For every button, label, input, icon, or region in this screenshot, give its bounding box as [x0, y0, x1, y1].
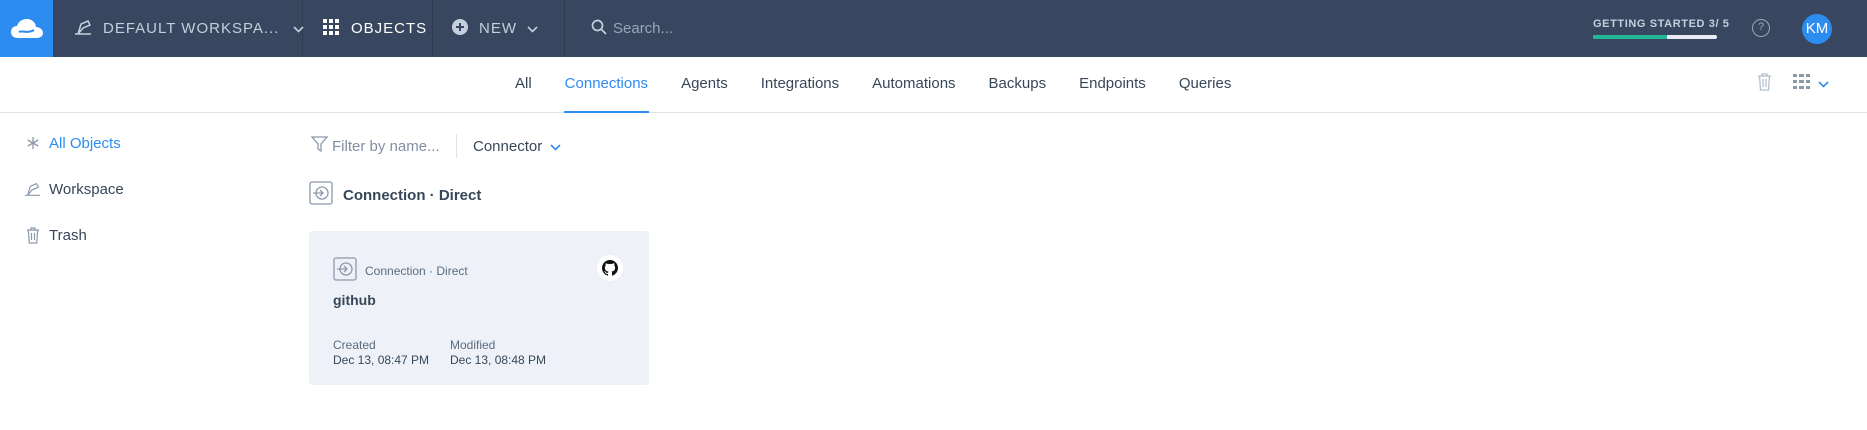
progress-fill [1593, 35, 1668, 39]
connector-label: Connector [473, 137, 543, 155]
group-header: Connection · Direct [309, 181, 481, 209]
grid-view-icon [1793, 74, 1810, 93]
connector-dropdown[interactable]: Connector [473, 138, 561, 155]
filter-bar: Connector [310, 131, 561, 161]
getting-started-label: GETTING STARTED 3/ 5 [1593, 18, 1730, 30]
object-type-tabs-bar: All Connections Agents Integrations Auto… [0, 57, 1867, 113]
tab-integrations[interactable]: Integrations [760, 57, 840, 113]
chevron-down-icon [1818, 75, 1829, 92]
tab-connections[interactable]: Connections [563, 57, 650, 113]
group-title: Connection · Direct [343, 186, 482, 204]
object-card[interactable]: Connection · Direct github Created Dec 1… [309, 231, 649, 385]
card-header: Connection · Direct [333, 257, 468, 285]
modified-meta: Modified Dec 13, 08:48 PM [450, 338, 546, 368]
grid-icon [323, 18, 339, 39]
created-meta: Created Dec 13, 08:47 PM [333, 338, 429, 368]
objects-label: OBJECTS [351, 20, 428, 37]
connection-icon [309, 181, 333, 209]
sidebar-item-workspace[interactable]: Workspace [24, 180, 124, 198]
filter-by-name-input[interactable] [332, 137, 442, 155]
cloud-logo-icon[interactable] [0, 0, 53, 57]
filter-icon [310, 136, 329, 156]
connection-icon [333, 257, 357, 285]
plus-circle-icon [451, 18, 469, 40]
divider [456, 134, 457, 158]
help-icon[interactable]: ? [1752, 19, 1770, 37]
new-label: NEW [479, 20, 517, 37]
created-value: Dec 13, 08:47 PM [333, 353, 430, 367]
tab-all[interactable]: All [514, 57, 533, 113]
modified-label: Modified [450, 338, 496, 352]
top-navbar: DEFAULT WORKSPA... OBJECTS NEW GETTI [0, 0, 1867, 57]
created-label: Created [333, 338, 376, 352]
card-type-label: Connection · Direct [365, 264, 468, 278]
progress-bar [1593, 35, 1717, 39]
tab-queries[interactable]: Queries [1178, 57, 1233, 113]
search-input[interactable] [613, 20, 913, 37]
trash-icon[interactable] [1757, 73, 1772, 95]
chevron-down-icon [550, 138, 561, 155]
tab-endpoints[interactable]: Endpoints [1078, 57, 1147, 113]
tab-automations[interactable]: Automations [871, 57, 956, 113]
sidebar-item-label: All Objects [49, 134, 121, 152]
sidebar-item-trash[interactable]: Trash [24, 226, 87, 244]
tab-agents[interactable]: Agents [680, 57, 729, 113]
modified-value: Dec 13, 08:48 PM [450, 353, 547, 367]
workspace-icon [73, 18, 93, 40]
search-bar [565, 0, 1565, 57]
trash-icon [24, 226, 42, 244]
user-avatar[interactable]: KM [1802, 14, 1832, 44]
sidebar-item-label: Workspace [49, 180, 124, 198]
workspace-icon [24, 180, 42, 198]
chevron-down-icon [527, 20, 538, 37]
getting-started-progress[interactable]: GETTING STARTED 3/ 5 [1593, 18, 1730, 39]
objects-button[interactable]: OBJECTS [303, 0, 433, 57]
tab-backups[interactable]: Backups [988, 57, 1048, 113]
search-icon [591, 19, 607, 39]
github-icon [597, 255, 623, 281]
object-type-tabs: All Connections Agents Integrations Auto… [514, 57, 1263, 113]
workspace-label: DEFAULT WORKSPA... [103, 20, 280, 37]
asterisk-icon [24, 134, 42, 152]
workspace-selector[interactable]: DEFAULT WORKSPA... [53, 0, 304, 57]
new-button[interactable]: NEW [433, 0, 565, 57]
card-name: github [333, 292, 376, 308]
view-mode-selector[interactable] [1793, 74, 1829, 93]
sidebar-item-all-objects[interactable]: All Objects [24, 134, 121, 152]
sidebar-item-label: Trash [49, 226, 87, 244]
